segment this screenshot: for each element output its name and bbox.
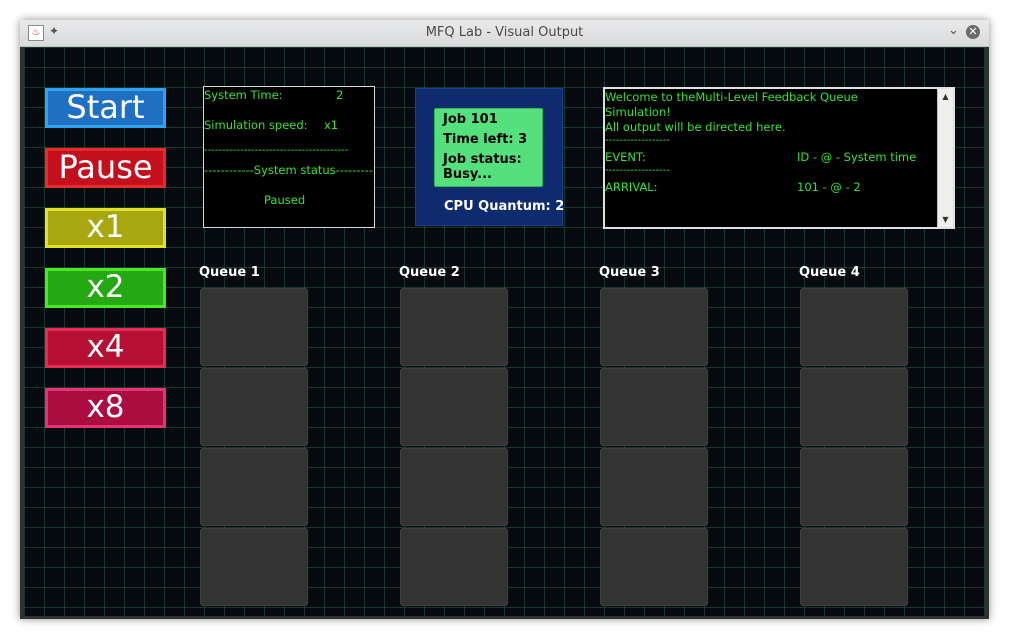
queue-4-slot — [800, 528, 908, 606]
log-text-area[interactable]: Welcome to theMulti-Level Feedback Queue… — [605, 89, 938, 227]
queue-2-label: Queue 2 — [399, 265, 460, 280]
queue-1-label: Queue 1 — [199, 265, 260, 280]
queue-1-slot — [200, 368, 308, 446]
status-value: Paused — [264, 193, 306, 207]
scroll-up-arrow-icon[interactable]: ▲ — [940, 91, 951, 102]
job-status-value: Busy... — [443, 167, 492, 182]
log-arrival-label: ARRIVAL: — [605, 180, 658, 194]
simulation-canvas: Start Pause x1 x2 x4 x8 System Time: 2 S… — [24, 47, 985, 616]
queue-2-slot — [400, 288, 508, 366]
start-button[interactable]: Start — [45, 88, 166, 128]
close-icon[interactable]: ✕ — [966, 25, 980, 39]
log-separator: ------------------ — [605, 135, 670, 146]
system-time-label: System Time: — [204, 88, 283, 102]
queue-3-slot — [600, 288, 708, 366]
speed-x2-button[interactable]: x2 — [45, 268, 166, 308]
status-divider: ---------------------------------------- — [204, 145, 349, 156]
queue-4-slot — [800, 288, 908, 366]
queue-3-slot — [600, 368, 708, 446]
log-event-header: ID - @ - System time — [797, 150, 917, 164]
title-bar[interactable]: ♨ ✦ MFQ Lab - Visual Output ⌄ ✕ — [20, 20, 989, 47]
queue-3-slot — [600, 448, 708, 526]
log-event-label: EVENT: — [605, 150, 646, 164]
system-status-panel: System Time: 2 Simulation speed: x1 ----… — [203, 86, 375, 228]
queue-1-slot — [200, 288, 308, 366]
log-arrival-value: 101 - @ - 2 — [797, 180, 861, 194]
queue-2-slot — [400, 528, 508, 606]
queue-1-slot — [200, 528, 308, 606]
log-line: Welcome to theMulti-Level Feedback Queue — [605, 90, 858, 104]
job-status-label: Job status: — [443, 152, 522, 167]
pause-button[interactable]: Pause — [45, 148, 166, 188]
system-time-value: 2 — [336, 88, 344, 102]
job-title: Job 101 — [443, 112, 498, 127]
queue-4-slot — [800, 448, 908, 526]
queue-3-label: Queue 3 — [599, 265, 660, 280]
output-log[interactable]: Welcome to theMulti-Level Feedback Queue… — [603, 87, 955, 229]
log-line: All output will be directed here. — [605, 120, 786, 134]
window-title: MFQ Lab - Visual Output — [425, 25, 584, 40]
status-header: ------------System status--------- — [204, 163, 374, 177]
simulation-speed-value: x1 — [324, 118, 339, 132]
speed-x8-button[interactable]: x8 — [45, 388, 166, 428]
log-separator: ------------------ — [605, 165, 670, 176]
simulation-speed-label: Simulation speed: — [204, 118, 308, 132]
queue-4-label: Queue 4 — [799, 265, 860, 280]
log-scrollbar[interactable]: ▲ ▼ — [937, 89, 953, 227]
scroll-down-arrow-icon[interactable]: ▼ — [940, 214, 951, 225]
speed-x1-button[interactable]: x1 — [45, 208, 166, 248]
queue-2-slot — [400, 448, 508, 526]
speed-x4-button[interactable]: x4 — [45, 328, 166, 368]
app-window: ♨ ✦ MFQ Lab - Visual Output ⌄ ✕ Start Pa… — [20, 20, 989, 619]
running-job-card: Job 101 Time left: 3 Job status: Busy... — [434, 108, 543, 187]
cpu-quantum: CPU Quantum: 2 — [444, 199, 565, 214]
minimize-chevron-icon[interactable]: ⌄ — [948, 23, 959, 38]
log-line: Simulation! — [605, 105, 671, 119]
cpu-box: Job 101 Time left: 3 Job status: Busy...… — [415, 88, 565, 226]
queue-4-slot — [800, 368, 908, 446]
queue-2-slot — [400, 368, 508, 446]
queue-1-slot — [200, 448, 308, 526]
queue-3-slot — [600, 528, 708, 606]
job-time-left: Time left: 3 — [443, 132, 528, 147]
